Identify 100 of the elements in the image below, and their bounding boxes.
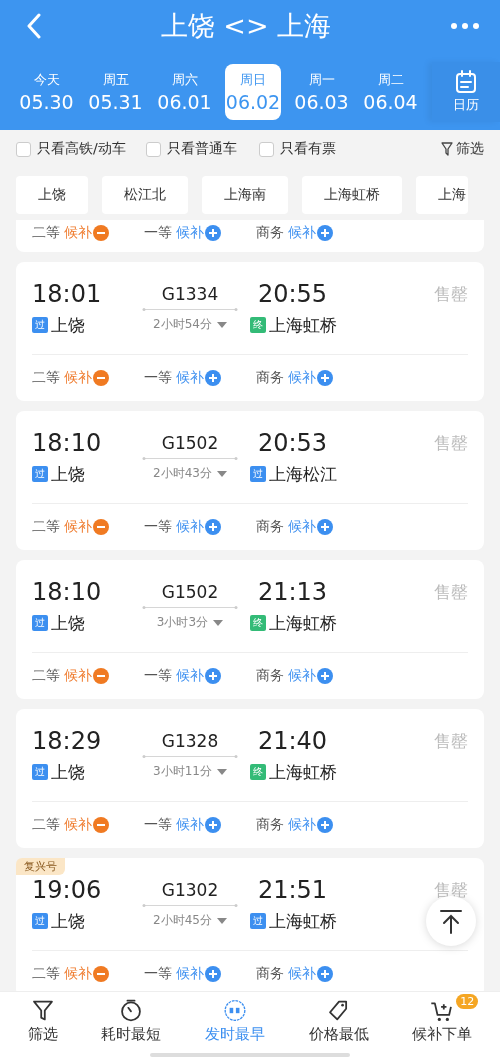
- seat-class: 一等: [144, 224, 172, 242]
- seat-status[interactable]: 候补: [176, 224, 204, 242]
- departure-time: 18:10: [32, 578, 103, 606]
- departure-time: 18:10: [32, 429, 103, 457]
- duration-dropdown[interactable]: 2小时45分: [153, 912, 227, 929]
- station-name: 上饶: [51, 611, 85, 635]
- seat-class: 商务: [256, 518, 284, 536]
- seat-status[interactable]: 候补: [176, 816, 204, 834]
- seat-status[interactable]: 候补: [288, 816, 316, 834]
- station-name: 上饶: [51, 909, 85, 933]
- nav-tab[interactable]: 候补下单 12: [408, 992, 477, 1044]
- station-name: 上海虹桥: [269, 909, 337, 933]
- seat-class: 一等: [144, 518, 172, 536]
- seat-status[interactable]: 候补: [64, 965, 92, 983]
- seat-class: 商务: [256, 667, 284, 685]
- seat-status[interactable]: 候补: [64, 518, 92, 536]
- seat-status[interactable]: 候补: [176, 518, 204, 536]
- arrival-time: 21:40: [256, 727, 329, 755]
- back-icon[interactable]: [26, 13, 42, 39]
- ticket-status: 售罄: [434, 282, 468, 306]
- calendar-button[interactable]: 日历: [432, 62, 500, 122]
- station-badge: 过: [250, 913, 266, 929]
- train-number: G1302: [160, 880, 220, 900]
- seat-status[interactable]: 候补: [64, 224, 92, 242]
- departure-time: 19:06: [32, 876, 103, 904]
- train-number: G1502: [160, 433, 220, 453]
- seat-class: 二等: [32, 816, 60, 834]
- arrival-time: 20:55: [256, 280, 329, 308]
- duration-dropdown[interactable]: 2小时54分: [153, 316, 227, 333]
- station-badge: 终: [250, 317, 266, 333]
- checkbox[interactable]: 只看有票: [258, 140, 336, 158]
- arrival-time: 21:51: [256, 876, 329, 904]
- seat-class: 商务: [256, 224, 284, 242]
- seat-class: 商务: [256, 965, 284, 983]
- station-badge: 过: [32, 913, 48, 929]
- station-name: 上海虹桥: [269, 313, 337, 337]
- seat-class: 商务: [256, 369, 284, 387]
- seat-status[interactable]: 候补: [64, 667, 92, 685]
- seat-class: 二等: [32, 518, 60, 536]
- train-card[interactable]: 18:29 G1328 21:40 售罄 过 上饶 3小时11分 终 上海虹桥 二等 候补 一等 候补 商务 候补: [16, 709, 484, 848]
- train-card[interactable]: 18:01 G1334 20:55 售罄 过 上饶 2小时54分 终 上海虹桥 二等 候补 一等 候补 商务 候补: [16, 262, 484, 401]
- date-tab[interactable]: 周二 06.04: [356, 64, 425, 120]
- station-chip[interactable]: 上海虹桥: [302, 176, 402, 214]
- train-card[interactable]: 二等 候补 一等 候补 商务 候补: [16, 220, 484, 252]
- duration-dropdown[interactable]: 2小时43分: [153, 465, 227, 482]
- departure-time: 18:01: [32, 280, 103, 308]
- filter-button[interactable]: 筛选: [441, 140, 484, 158]
- station-chip[interactable]: 上饶: [16, 176, 88, 214]
- seat-status[interactable]: 候补: [176, 965, 204, 983]
- train-card[interactable]: 18:10 G1502 20:53 售罄 过 上饶 2小时43分 过 上海松江 二等 候补 一等 候补 商务 候补: [16, 411, 484, 550]
- nav-tab[interactable]: 价格最低: [304, 992, 373, 1044]
- checkbox[interactable]: 只看高铁/动车: [16, 140, 126, 158]
- more-icon[interactable]: [450, 22, 480, 30]
- train-card[interactable]: 18:10 G1502 21:13 售罄 过 上饶 3小时3分 终 上海虹桥 二等 候补 一等 候补 商务 候补: [16, 560, 484, 699]
- seat-status[interactable]: 候补: [288, 518, 316, 536]
- seat-status[interactable]: 候补: [64, 369, 92, 387]
- duration-dropdown[interactable]: 3小时3分: [156, 614, 224, 631]
- filter-icon: [441, 142, 453, 156]
- date-tab[interactable]: 周六 06.01: [150, 64, 219, 120]
- date-tab[interactable]: 周五 05.31: [81, 64, 150, 120]
- nav-tab[interactable]: 耗时最短: [97, 992, 166, 1044]
- station-chip[interactable]: 松江北: [102, 176, 188, 214]
- seat-status[interactable]: 候补: [288, 369, 316, 387]
- train-number: G1328: [160, 731, 220, 751]
- nav-tab[interactable]: 筛选: [23, 992, 62, 1044]
- train-number: G1334: [160, 284, 220, 304]
- seat-status[interactable]: 候补: [64, 816, 92, 834]
- seat-class: 二等: [32, 224, 60, 242]
- station-name: 上海松江: [269, 462, 337, 486]
- date-tab[interactable]: 周日 06.02: [225, 64, 281, 120]
- caret-icon: [216, 470, 227, 477]
- station-badge: 过: [32, 466, 48, 482]
- station-name: 上海虹桥: [269, 611, 337, 635]
- nav-tab[interactable]: 发时最早: [201, 992, 269, 1044]
- station-badge: 终: [250, 764, 266, 780]
- checkbox[interactable]: 只看普通车: [145, 140, 237, 158]
- seat-class: 二等: [32, 667, 60, 685]
- ticket-status: 售罄: [434, 580, 468, 604]
- seat-status[interactable]: 候补: [176, 667, 204, 685]
- duration-dropdown[interactable]: 3小时11分: [153, 763, 227, 780]
- calendar-icon: [455, 70, 477, 94]
- count-badge: 12: [456, 994, 479, 1009]
- station-name: 上饶: [51, 313, 85, 337]
- seat-status[interactable]: 候补: [176, 369, 204, 387]
- station-chip[interactable]: 上海: [416, 176, 468, 214]
- seat-class: 一等: [144, 965, 172, 983]
- station-chip[interactable]: 上海南: [202, 176, 288, 214]
- seat-status[interactable]: 候补: [288, 224, 316, 242]
- ticket-status: 售罄: [434, 729, 468, 753]
- seat-class: 二等: [32, 965, 60, 983]
- seat-class: 商务: [256, 816, 284, 834]
- seat-class: 二等: [32, 369, 60, 387]
- station-name: 上海虹桥: [269, 760, 337, 784]
- caret-icon: [216, 768, 227, 775]
- date-tab[interactable]: 周一 06.03: [287, 64, 356, 120]
- seat-status[interactable]: 候补: [288, 667, 316, 685]
- train-card[interactable]: 复兴号 19:06 G1302 21:51 售罄 过 上饶 2小时45分 过 上海虹桥 二等 候补 一等 候补 商务 候补: [16, 858, 484, 991]
- date-tab[interactable]: 今天 05.30: [12, 64, 81, 120]
- seat-status[interactable]: 候补: [288, 965, 316, 983]
- departure-time: 18:29: [32, 727, 103, 755]
